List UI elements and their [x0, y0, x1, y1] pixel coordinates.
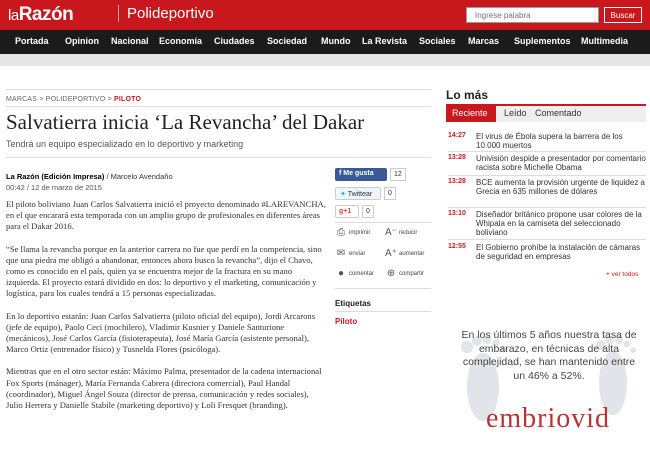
decrease-font-label: reducir: [399, 230, 418, 237]
article-date: 00:42 / 12 de marzo de 2015: [6, 183, 102, 192]
ad-text: En los últimos 5 años nuestra tasa de em…: [461, 329, 637, 382]
tab-leido[interactable]: Leído: [504, 108, 527, 118]
divider: [448, 175, 646, 176]
tags-heading: Etiquetas: [335, 299, 372, 308]
search-button[interactable]: Buscar: [604, 7, 642, 23]
email-label: enviar: [349, 251, 366, 258]
nav-item-mundo[interactable]: Mundo: [321, 36, 351, 46]
tweet-label: Twittear: [347, 191, 373, 198]
news-time: 12:55: [448, 243, 466, 250]
nav-item-portada[interactable]: Portada: [15, 36, 49, 46]
nav-item-opinion[interactable]: Opinion: [65, 36, 99, 46]
twitter-icon: ✦: [340, 191, 348, 198]
breadcrumb-polideportivo[interactable]: POLIDEPORTIVO: [46, 96, 106, 103]
divider: [448, 151, 646, 152]
article-paragraph: En lo deportivo estarán: Juan Carlos Sal…: [6, 310, 316, 355]
nav-item-suplementos[interactable]: Suplementos: [514, 36, 571, 46]
main-nav: Portada Opinion Nacional Economía Ciudad…: [0, 30, 650, 54]
tag-link[interactable]: Piloto: [335, 317, 357, 326]
search-input[interactable]: [466, 7, 599, 23]
divider: [448, 207, 646, 208]
share-button[interactable]: ⊕ compartir: [385, 268, 424, 279]
envelope-icon: ✉: [336, 248, 346, 259]
article-paragraph: “Se llama la revancha porque en la anter…: [6, 243, 322, 299]
logo-name: Razón: [18, 4, 74, 25]
tab-reciente[interactable]: Reciente: [446, 106, 496, 122]
news-time: 13:28: [448, 154, 466, 161]
divider: [6, 106, 431, 107]
news-headline[interactable]: Univisión despide a presentador por come…: [476, 154, 646, 172]
breadcrumb-sep: >: [39, 96, 44, 103]
decrease-font-button[interactable]: A⁻ reducir: [385, 227, 417, 238]
divider: [335, 222, 431, 223]
email-button[interactable]: ✉ enviar: [335, 248, 366, 259]
site-logo[interactable]: laRazón: [8, 4, 74, 26]
facebook-like-button[interactable]: f Me gusta: [335, 168, 387, 181]
google-plus-button[interactable]: g+1: [335, 205, 359, 218]
font-increase-icon: A⁺: [385, 248, 397, 259]
article-body: El piloto boliviano Juan Carlos Salvatie…: [6, 199, 326, 422]
comment-bubble-icon: ●: [337, 268, 345, 279]
comment-label: comentar: [349, 271, 375, 278]
nav-item-nacional[interactable]: Nacional: [111, 36, 149, 46]
section-name[interactable]: Polideportivo: [118, 5, 214, 22]
nav-item-sociedad[interactable]: Sociedad: [267, 36, 307, 46]
nav-item-marcas[interactable]: Marcas: [468, 36, 499, 46]
article-paragraph: El piloto boliviano Juan Carlos Salvatie…: [6, 199, 326, 232]
print-label: imprimir: [349, 230, 371, 237]
widget-tabs: Reciente Leído Comentado: [446, 106, 646, 122]
tweet-count: 0: [384, 187, 396, 200]
advertisement[interactable]: En los últimos 5 años nuestra tasa de em…: [453, 325, 643, 455]
divider: [6, 157, 431, 158]
nav-item-sociales[interactable]: Sociales: [419, 36, 456, 46]
logo-prefix: la: [8, 7, 19, 24]
print-button[interactable]: ⎙ imprimir: [335, 227, 370, 238]
ad-brand-logo: embriovid: [485, 403, 611, 434]
news-time: 13:10: [448, 210, 466, 217]
breadcrumb-current[interactable]: PILOTO: [114, 96, 141, 103]
news-headline[interactable]: Diseñador británico propone usar colores…: [476, 210, 646, 237]
news-headline[interactable]: El Gobierno prohíbe la instalación de cá…: [476, 243, 646, 261]
share-label: compartir: [399, 271, 425, 278]
article-title: Salvatierra inicia ‘La Revancha’ del Dak…: [6, 110, 365, 134]
nav-item-economia[interactable]: Economía: [159, 36, 202, 46]
see-all-link[interactable]: + ver todos: [606, 271, 638, 278]
facebook-like-label: Me gusta: [343, 170, 374, 177]
increase-font-label: aumentar: [399, 251, 425, 258]
printer-icon: ⎙: [337, 227, 345, 238]
facebook-like-count: 12: [390, 168, 406, 181]
comment-button[interactable]: ● comentar: [335, 268, 374, 279]
nav-item-multimedia[interactable]: Multimedia: [581, 36, 628, 46]
divider: [448, 239, 646, 240]
widget-title: Lo más: [446, 88, 489, 102]
font-decrease-icon: A⁻: [385, 227, 397, 238]
article-author: / Marcelo Avendaño: [106, 172, 173, 181]
news-headline[interactable]: El virus de Ébola supera la barrera de l…: [476, 132, 646, 150]
divider: [335, 311, 431, 312]
share-icon: ⊕: [386, 268, 396, 279]
divider: [6, 89, 431, 90]
top-header: laRazón Polideportivo Buscar: [0, 0, 650, 30]
news-headline[interactable]: BCE aumenta la provisión urgente de liqu…: [476, 178, 646, 196]
news-time: 14:27: [448, 132, 466, 139]
divider: [335, 288, 431, 289]
tab-comentado[interactable]: Comentado: [535, 108, 582, 118]
article-paragraph: Mientras que en el otro sector están: Má…: [6, 366, 322, 411]
breadcrumb-marcas[interactable]: MARCAS: [6, 96, 37, 103]
nav-item-ciudades[interactable]: Ciudades: [214, 36, 255, 46]
article-subtitle: Tendrá un equipo especializado en lo dep…: [6, 139, 244, 149]
article-source[interactable]: La Razón (Edición Impresa): [6, 172, 104, 181]
nav-item-la-revista[interactable]: La Revista: [362, 36, 407, 46]
breadcrumb: MARCAS > POLIDEPORTIVO > PILOTO: [6, 96, 141, 103]
breadcrumb-sep: >: [107, 96, 112, 103]
increase-font-button[interactable]: A⁺ aumentar: [385, 248, 424, 259]
google-plus-count: 0: [362, 205, 374, 218]
tweet-button[interactable]: ✦ Twittear: [335, 187, 381, 200]
sub-nav-strip: [0, 54, 650, 66]
news-time: 13:28: [448, 178, 466, 185]
byline: La Razón (Edición Impresa) / Marcelo Ave…: [6, 172, 173, 181]
